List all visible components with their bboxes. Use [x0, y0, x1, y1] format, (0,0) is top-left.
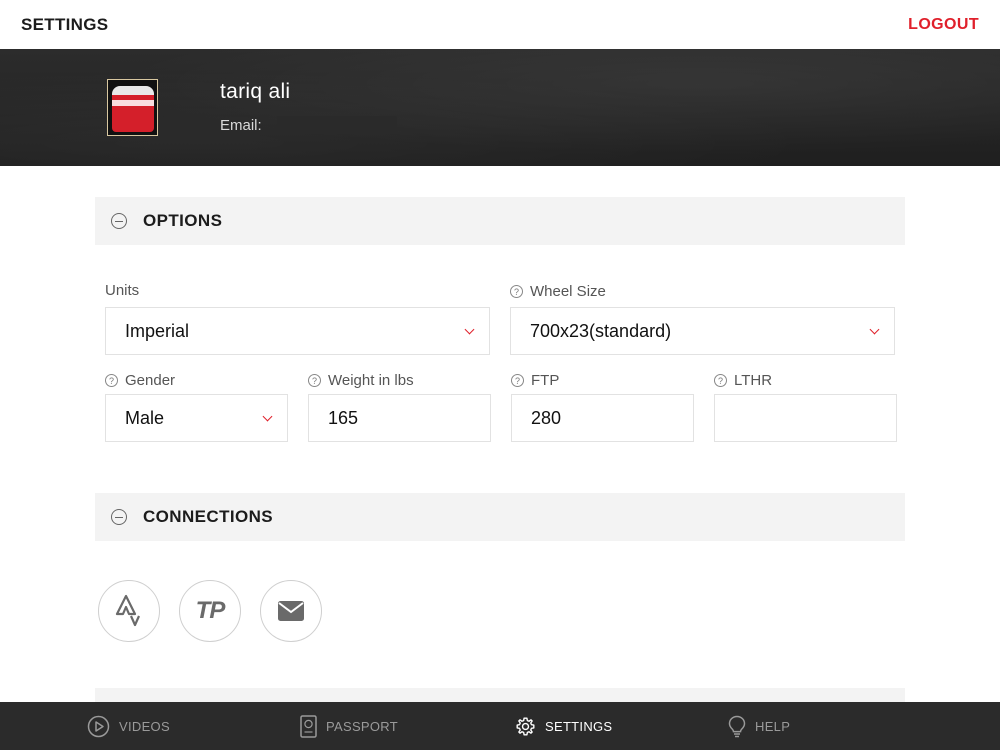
gear-icon — [516, 716, 535, 736]
units-label: Units — [105, 282, 140, 299]
help-icon[interactable]: ? — [511, 374, 524, 387]
nav-label: PASSPORT — [326, 718, 398, 734]
units-value: Imperial — [125, 320, 190, 341]
nav-item-settings[interactable]: SETTINGS — [515, 702, 612, 750]
play-icon — [87, 715, 110, 737]
gender-label: ? Gender — [105, 372, 175, 389]
wheel-size-select[interactable]: 700x23(standard) — [510, 307, 895, 355]
chevron-down-icon — [869, 324, 880, 335]
help-icon[interactable]: ? — [308, 374, 321, 387]
trainingpeaks-icon: TP — [195, 597, 226, 624]
ftp-field[interactable] — [511, 394, 694, 442]
help-icon[interactable]: ? — [510, 285, 523, 298]
weight-field[interactable] — [308, 394, 491, 442]
weight-input[interactable] — [328, 407, 490, 429]
wheel-size-value: 700x23(standard) — [530, 320, 672, 341]
weight-label: ? Weight in lbs — [308, 372, 414, 389]
gender-value: Male — [125, 407, 165, 428]
logout-button[interactable]: LOGOUT — [908, 16, 979, 34]
top-bar: SETTINGS LOGOUT — [0, 0, 1000, 49]
collapse-icon — [111, 213, 127, 229]
email-icon — [278, 601, 304, 621]
gender-select[interactable]: Male — [105, 394, 288, 442]
email-label: Email: — [220, 117, 262, 134]
strava-icon — [115, 594, 141, 627]
chevron-down-icon — [464, 324, 475, 335]
profile-banner — [0, 49, 1000, 166]
nav-item-passport[interactable]: PASSPORT — [300, 702, 398, 750]
units-select[interactable]: Imperial — [105, 307, 490, 355]
connections-section-header[interactable]: CONNECTIONS — [95, 493, 905, 541]
options-section-header[interactable]: OPTIONS — [95, 197, 905, 245]
avatar-image — [112, 86, 154, 132]
wheel-size-label: ? Wheel Size — [510, 283, 606, 300]
help-icon[interactable]: ? — [105, 374, 118, 387]
help-icon[interactable]: ? — [714, 374, 727, 387]
nav-label: VIDEOS — [119, 718, 170, 734]
ftp-input[interactable] — [531, 407, 693, 429]
lthr-input[interactable] — [734, 407, 896, 429]
lightbulb-icon — [728, 715, 746, 737]
email-value — [277, 116, 397, 134]
ftp-label: ? FTP — [511, 372, 559, 389]
nav-label: SETTINGS — [545, 718, 613, 734]
chevron-down-icon — [262, 411, 273, 422]
next-section-header[interactable] — [95, 688, 905, 702]
nav-item-help[interactable]: HELP — [728, 702, 790, 750]
collapse-icon — [111, 509, 127, 525]
passport-icon — [300, 714, 317, 738]
nav-item-videos[interactable]: VIDEOS — [87, 702, 170, 750]
email-connect-button[interactable] — [260, 580, 322, 642]
trainingpeaks-connect-button[interactable]: TP — [179, 580, 241, 642]
strava-connect-button[interactable] — [98, 580, 160, 642]
lthr-field[interactable] — [714, 394, 897, 442]
nav-label: HELP — [755, 718, 791, 734]
profile-name: tariq ali — [220, 80, 291, 103]
bottom-nav: VIDEOS PASSPORT SETTINGS HELP — [0, 702, 1000, 750]
avatar[interactable] — [107, 79, 158, 136]
page-title: SETTINGS — [21, 14, 109, 34]
connections-title: CONNECTIONS — [143, 507, 274, 526]
lthr-label: ? LTHR — [714, 372, 772, 389]
options-title: OPTIONS — [143, 211, 223, 230]
